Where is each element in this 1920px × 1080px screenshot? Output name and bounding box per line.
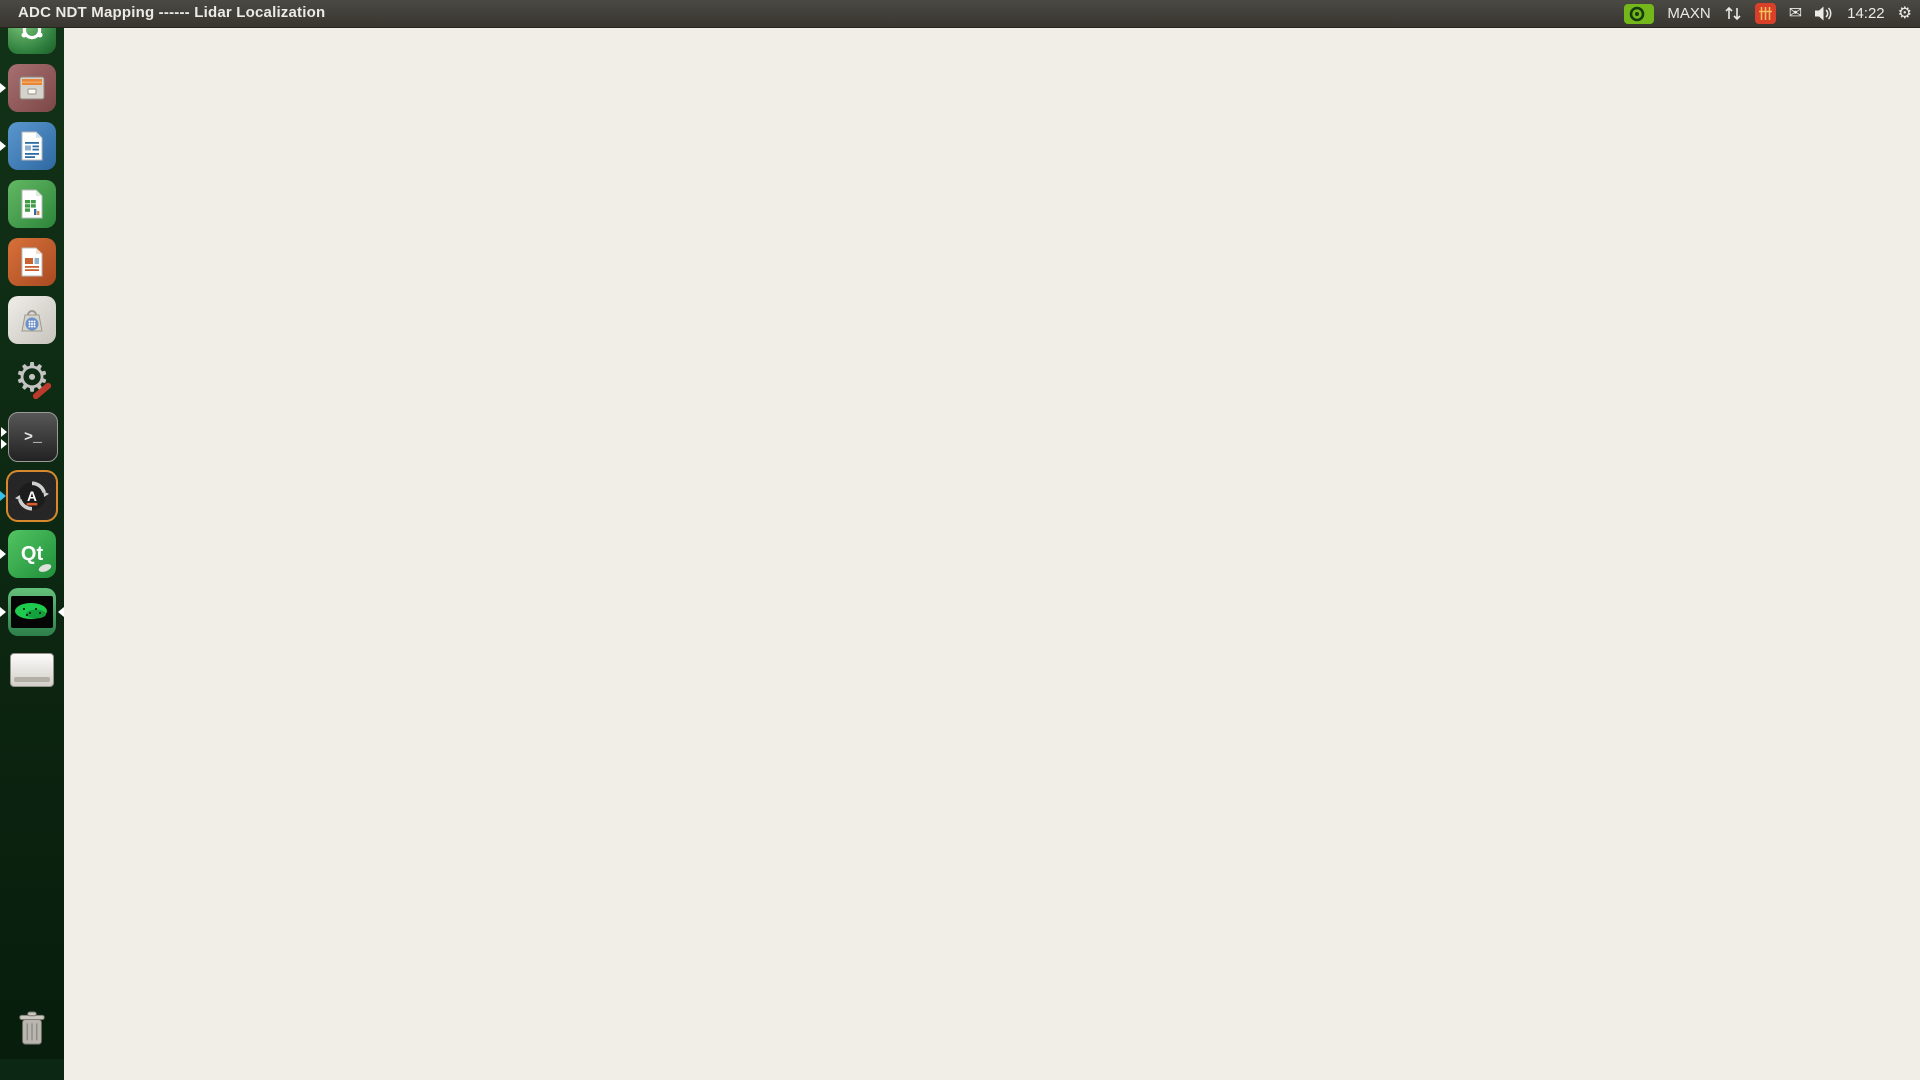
window-title: ADC NDT Mapping ------ Lidar Localizatio… bbox=[18, 4, 325, 21]
trash-icon bbox=[15, 1009, 49, 1049]
running-indicator bbox=[0, 549, 6, 559]
running-indicator bbox=[1, 427, 7, 437]
dock-item-hard-disk[interactable] bbox=[8, 646, 56, 694]
running-indicator bbox=[0, 83, 6, 93]
dock-item-libreoffice-calc[interactable] bbox=[8, 180, 56, 228]
dock-item-qt-creator[interactable]: Qt bbox=[8, 530, 56, 578]
dock-item-libreoffice-impress[interactable] bbox=[8, 238, 56, 286]
running-indicator bbox=[0, 607, 6, 617]
pinyin-input-icon[interactable] bbox=[1755, 3, 1776, 24]
mail-icon[interactable]: ✉ bbox=[1789, 6, 1802, 22]
launcher-dock: ⚙ >_ A Qt bbox=[0, 0, 64, 1059]
running-indicator bbox=[1, 439, 7, 449]
pointcloud-thumbnail-icon bbox=[11, 596, 53, 628]
impress-presentation-icon bbox=[17, 246, 47, 278]
dock-item-libreoffice-writer[interactable] bbox=[8, 122, 56, 170]
hard-disk-icon bbox=[10, 653, 54, 687]
dock-item-file-manager[interactable] bbox=[8, 64, 56, 112]
writer-document-icon bbox=[17, 130, 47, 162]
app-window bbox=[64, 27, 1920, 1080]
nvidia-icon[interactable] bbox=[1624, 4, 1654, 24]
updater-icon: A bbox=[14, 478, 50, 514]
dock-item-lidar-mapping-app[interactable] bbox=[8, 588, 56, 636]
dock-item-system-settings[interactable]: ⚙ bbox=[8, 354, 56, 402]
calc-spreadsheet-icon bbox=[17, 188, 47, 220]
svg-text:A: A bbox=[27, 489, 37, 504]
dock-item-trash[interactable] bbox=[8, 1005, 56, 1053]
volume-icon[interactable] bbox=[1815, 6, 1834, 21]
dock-item-terminal[interactable]: >_ bbox=[8, 412, 58, 462]
file-cabinet-icon bbox=[16, 72, 48, 104]
dock-item-software-updater[interactable]: A bbox=[8, 472, 56, 520]
gpu-mode-label: MAXN bbox=[1667, 5, 1710, 22]
system-tray: MAXN ✉ 14:22 ⚙ bbox=[1624, 0, 1912, 27]
focused-indicator bbox=[0, 491, 6, 501]
top-panel: ADC NDT Mapping ------ Lidar Localizatio… bbox=[0, 0, 1920, 28]
updown-arrows-icon[interactable] bbox=[1724, 6, 1742, 21]
dock-item-software-center[interactable] bbox=[8, 296, 56, 344]
leaf-icon bbox=[38, 563, 52, 573]
running-indicator bbox=[0, 141, 6, 151]
session-gear-icon[interactable]: ⚙ bbox=[1898, 6, 1912, 22]
terminal-prompt-icon: >_ bbox=[24, 429, 42, 446]
software-bag-icon bbox=[16, 304, 48, 336]
clock: 14:22 bbox=[1847, 5, 1885, 22]
